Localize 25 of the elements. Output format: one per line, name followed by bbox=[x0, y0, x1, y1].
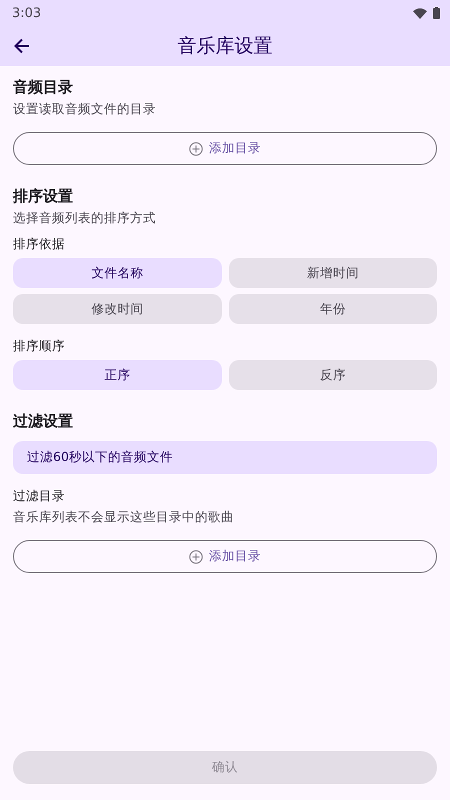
filter-toggle[interactable]: 过滤60秒以下的音频文件 bbox=[13, 441, 437, 474]
section-title: 过滤设置 bbox=[13, 412, 74, 431]
sort-option[interactable]: 正序 bbox=[13, 360, 222, 390]
add-icon bbox=[189, 550, 203, 564]
section-description: 音乐库列表不会显示这些目录中的歌曲 bbox=[13, 509, 235, 526]
add-directory-button[interactable]: 添加目录 bbox=[13, 132, 437, 165]
screen-title: 音乐库设置 bbox=[178, 34, 272, 59]
field-label: 过滤目录 bbox=[13, 488, 66, 505]
sort-option[interactable]: 年份 bbox=[228, 294, 437, 324]
section-title: 音频目录 bbox=[13, 78, 74, 97]
sort-option[interactable]: 反序 bbox=[228, 360, 437, 390]
sort-option[interactable]: 新增时间 bbox=[228, 258, 437, 288]
add-directory-button[interactable]: 添加目录 bbox=[13, 540, 437, 573]
section-title: 排序设置 bbox=[13, 187, 74, 206]
wifi-icon bbox=[413, 8, 427, 18]
sort-option[interactable]: 文件名称 bbox=[13, 258, 222, 288]
sort-option[interactable]: 修改时间 bbox=[13, 294, 222, 324]
section-description: 设置读取音频文件的目录 bbox=[13, 101, 157, 118]
field-label: 排序依据 bbox=[13, 236, 66, 253]
add-icon bbox=[189, 142, 203, 156]
field-label: 排序顺序 bbox=[13, 338, 66, 355]
back-arrow-icon bbox=[12, 36, 32, 56]
section-description: 选择音频列表的排序方式 bbox=[13, 210, 157, 227]
status-time: 3:03 bbox=[12, 6, 42, 20]
battery-icon bbox=[433, 7, 440, 19]
